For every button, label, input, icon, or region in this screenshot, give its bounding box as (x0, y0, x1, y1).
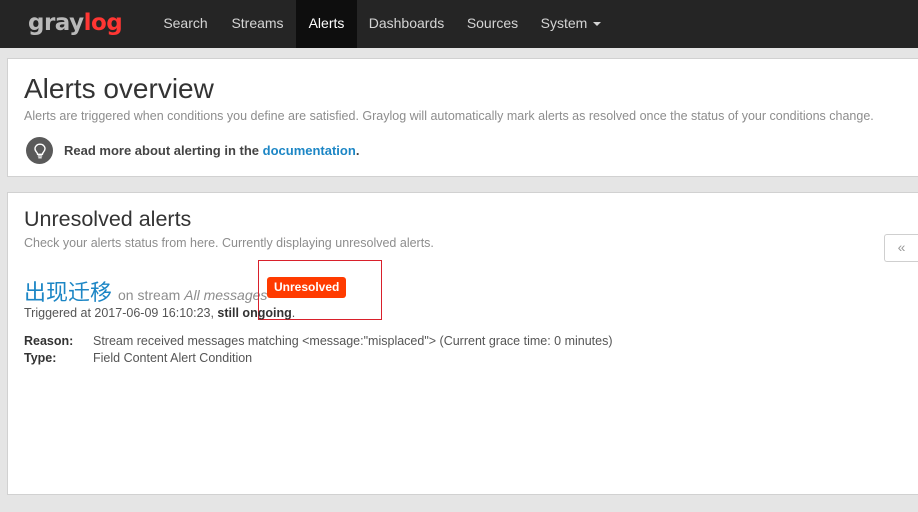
documentation-tip: Read more about alerting in the document… (64, 143, 359, 158)
section-description: Check your alerts status from here. Curr… (24, 236, 434, 250)
reason-value: Stream received messages matching <messa… (93, 334, 613, 348)
nav-dashboards[interactable]: Dashboards (360, 0, 453, 48)
logo-text-log: log (83, 10, 123, 36)
nav-sources[interactable]: Sources (460, 0, 525, 48)
alert-title-link[interactable]: 出现迁移 (24, 281, 112, 306)
triggered-prefix: Triggered at 2017-06-09 16:10:23, (24, 306, 218, 320)
lightbulb-icon (26, 137, 53, 164)
logo-text-gray: gray (28, 10, 84, 36)
nav-streams[interactable]: Streams (222, 0, 293, 48)
status-badge: Unresolved (267, 277, 347, 298)
top-navbar: graylog Search Streams Alerts Dashboards… (0, 0, 918, 48)
type-label: Type: (24, 351, 57, 365)
unresolved-alerts-panel: Unresolved alerts Check your alerts stat… (7, 192, 918, 495)
nav-alerts[interactable]: Alerts (296, 0, 357, 48)
alert-title-row: 出现迁移 on stream All messages (24, 275, 267, 307)
overview-description: Alerts are triggered when conditions you… (24, 109, 874, 123)
type-value: Field Content Alert Condition (93, 351, 253, 365)
triggered-status: still ongoing (217, 306, 292, 320)
alert-stream-info: on stream All messages (118, 287, 267, 303)
tip-suffix: . (355, 143, 360, 158)
collapse-sidebar-button[interactable]: « (884, 234, 918, 262)
alert-triggered-info: Triggered at 2017-06-09 16:10:23, still … (24, 306, 295, 320)
nav-search[interactable]: Search (155, 0, 216, 48)
triggered-suffix: . (291, 306, 296, 320)
tip-prefix: Read more about alerting in the (64, 143, 263, 158)
page-title: Alerts overview (24, 73, 214, 104)
stream-name: All messages (184, 287, 268, 303)
section-title: Unresolved alerts (24, 207, 192, 231)
nav-system-label: System (540, 15, 588, 31)
reason-label: Reason: (24, 334, 74, 348)
nav-system-dropdown[interactable]: System (532, 0, 610, 48)
alerts-overview-panel: Alerts overview Alerts are triggered whe… (7, 58, 918, 177)
graylog-logo[interactable]: graylog (28, 10, 123, 36)
documentation-link[interactable]: documentation (263, 143, 356, 158)
caret-down-icon (593, 22, 602, 27)
on-stream-label: on stream (118, 287, 181, 303)
